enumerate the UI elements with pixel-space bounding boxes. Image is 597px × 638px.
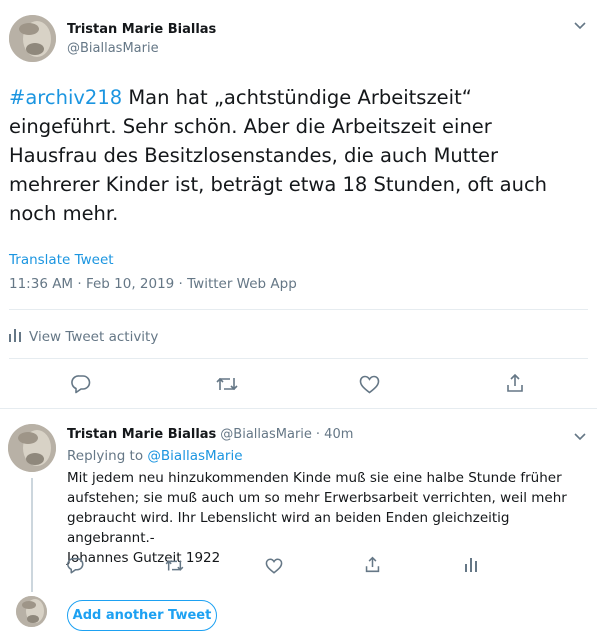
author-handle[interactable]: @BiallasMarie (67, 41, 159, 56)
reply-author-avatar[interactable] (8, 424, 56, 472)
hashtag-link[interactable]: #archiv218 (9, 86, 122, 109)
retweet-icon[interactable] (165, 558, 184, 573)
like-icon[interactable] (265, 558, 283, 574)
reply-text: Mit jedem neu hinzukommenden Kinde muß s… (67, 470, 567, 566)
replying-to: Replying to @BiallasMarie (67, 448, 243, 464)
tweet-text: #archiv218 Man hat „achtstündige Arbeits… (9, 83, 589, 228)
divider (0, 408, 597, 409)
reply-icon[interactable] (71, 374, 91, 394)
author-avatar[interactable] (9, 15, 56, 62)
share-icon[interactable] (505, 373, 525, 393)
reply-author-name[interactable]: Tristan Marie Biallas (67, 427, 216, 442)
reply-author-handle[interactable]: @BiallasMarie (220, 427, 312, 442)
like-icon[interactable] (359, 375, 380, 394)
replying-to-link[interactable]: @BiallasMarie (147, 448, 242, 464)
analytics-icon (9, 327, 21, 346)
author-name[interactable]: Tristan Marie Biallas (67, 22, 216, 37)
translate-tweet-link[interactable]: Translate Tweet (9, 252, 114, 268)
reply-header: Tristan Marie Biallas @BiallasMarie · 40… (67, 427, 353, 442)
tweet-timestamp[interactable]: 11:36 AM · Feb 10, 2019 · Twitter Web Ap… (9, 276, 297, 292)
reply-icon[interactable] (67, 557, 84, 574)
composer-avatar (16, 596, 47, 627)
replying-to-prefix: Replying to (67, 448, 144, 464)
divider (9, 358, 588, 359)
add-another-tweet-button[interactable]: Add another Tweet (67, 600, 217, 631)
view-activity-button[interactable]: View Tweet activity (9, 327, 158, 346)
reply-time[interactable]: · 40m (316, 427, 353, 442)
thread-line (31, 478, 33, 592)
retweet-icon[interactable] (216, 375, 238, 393)
view-activity-label: View Tweet activity (29, 328, 159, 345)
analytics-icon[interactable] (465, 558, 477, 572)
chevron-down-icon[interactable] (574, 19, 586, 33)
share-icon[interactable] (364, 556, 381, 573)
divider (9, 309, 588, 310)
chevron-down-icon[interactable] (574, 430, 586, 444)
